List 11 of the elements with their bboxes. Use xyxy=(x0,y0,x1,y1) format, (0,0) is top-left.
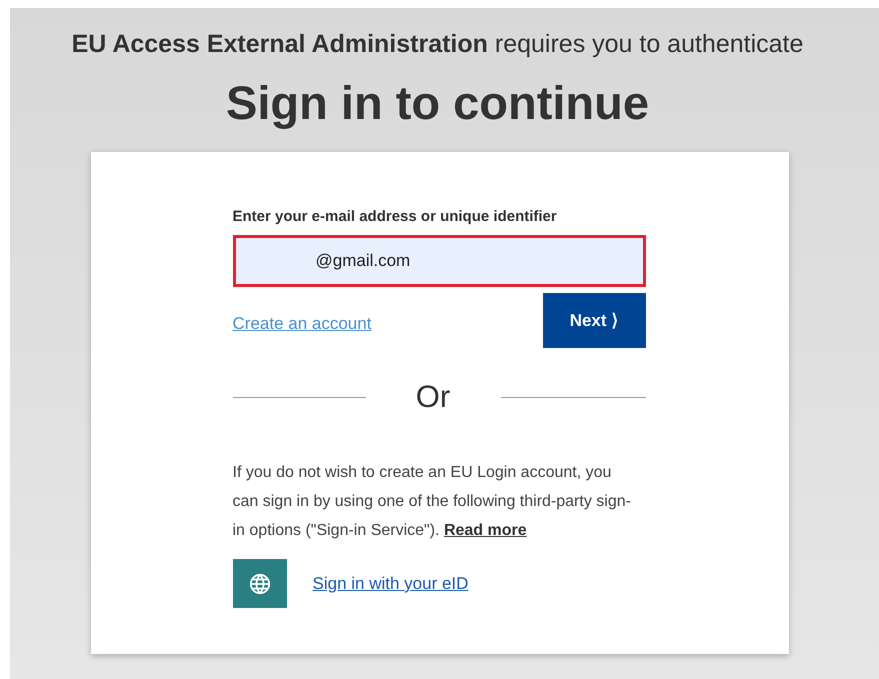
field-label: Enter your e-mail address or unique identifier xyxy=(232,207,558,228)
or-divider-text: Or xyxy=(414,378,452,416)
next-button[interactable]: Next ⟩ xyxy=(542,292,646,348)
globe-icon xyxy=(248,572,270,595)
page-title: Sign in to continue xyxy=(226,74,649,131)
info-paragraph: If you do not wish to create an EU Login account, you can sign in by using one of the following third-party sign-in options ("Sign-in Service"). Read more xyxy=(232,463,632,542)
email-field[interactable]: @gmail.com xyxy=(232,234,646,287)
read-more-link[interactable]: Read more xyxy=(444,522,527,540)
eid-signin-link[interactable]: Sign in with your eID xyxy=(312,571,468,596)
eid-button[interactable] xyxy=(232,559,286,608)
header-text: EU Access External Administration requires you to authenticate xyxy=(72,29,804,60)
